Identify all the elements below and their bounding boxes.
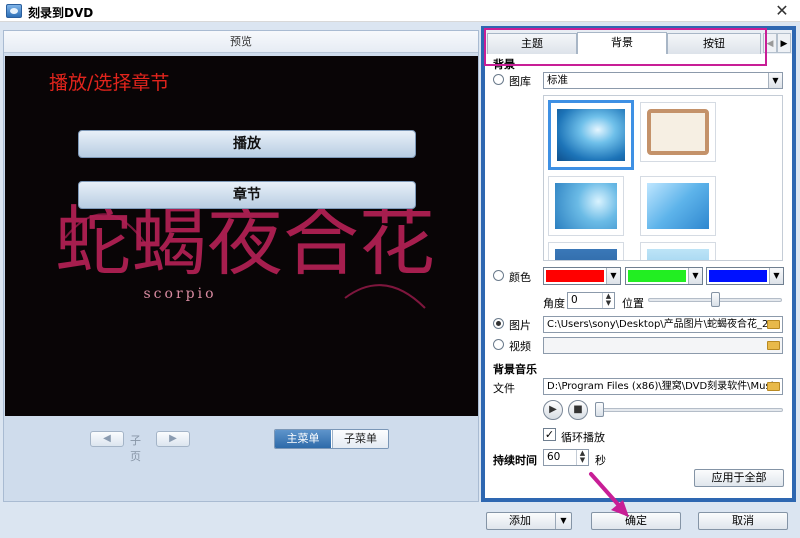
background-title-art: 蛇蝎夜合花 scorpio xyxy=(55,197,435,309)
gallery-thumb-2[interactable] xyxy=(640,102,716,162)
gallery-thumb-1[interactable] xyxy=(548,100,634,170)
duration-value: 60 xyxy=(547,451,561,463)
loop-label: 循环播放 xyxy=(561,431,605,444)
tab-highlight-annotation xyxy=(484,28,767,66)
duration-label: 持续时间 xyxy=(493,454,537,467)
play-icon[interactable]: ▶ xyxy=(543,400,563,420)
library-radio[interactable] xyxy=(493,74,504,85)
library-select[interactable]: 标准 ▼ xyxy=(543,72,783,89)
angle-value: 0 xyxy=(571,294,578,306)
preview-panel: 预览 蛇蝎夜合花 scorpio 播放/选择章节 播放 章节 ◀ 子页 ▶ 主菜… xyxy=(3,30,479,502)
chevron-down-icon[interactable]: ▼ xyxy=(555,513,571,529)
color-label: 颜色 xyxy=(509,271,531,284)
color-radio[interactable] xyxy=(493,270,504,281)
music-progress-slider[interactable] xyxy=(595,408,783,412)
picture-label: 图片 xyxy=(509,319,531,332)
apply-to-all-button[interactable]: 应用于全部 xyxy=(694,469,784,487)
music-path-field[interactable]: D:\Program Files (x86)\狸窝\DVD刻录软件\Musi xyxy=(543,378,783,395)
preview-header: 预览 xyxy=(4,31,478,53)
sub-menu-button[interactable]: 子菜单 xyxy=(332,430,388,448)
preview-screen: 蛇蝎夜合花 scorpio 播放/选择章节 播放 章节 xyxy=(5,56,478,416)
library-select-value: 标准 xyxy=(547,74,568,86)
music-progress-knob[interactable] xyxy=(595,402,604,417)
menu-switch: 主菜单 子菜单 xyxy=(274,429,389,449)
background-gallery: ▲ ▼ xyxy=(543,95,783,261)
arrow-pointer-icon xyxy=(589,472,629,517)
duration-stepper[interactable]: 60 ▲ ▼ xyxy=(543,449,589,466)
add-button-label: 添加 xyxy=(509,514,531,527)
color-picker-2[interactable]: ▼ xyxy=(625,267,703,285)
chevron-down-icon: ▼ xyxy=(768,73,782,88)
settings-panel: 主题 背景 按钮 ◀ ▶ 背景 图库 标准 ▼ 颜色 ▼ ▼ ▼ 角度 0 ▲ … xyxy=(481,26,796,502)
folder-icon[interactable] xyxy=(767,341,780,350)
prev-page-button[interactable]: ◀ xyxy=(90,431,124,447)
position-slider-knob[interactable] xyxy=(711,292,720,307)
picture-path-field[interactable]: C:\Users\sony\Desktop\产品图片\蛇蝎夜合花_2 xyxy=(543,316,783,333)
add-button[interactable]: 添加 ▼ xyxy=(486,512,572,530)
chapter-menu-button[interactable]: 章节 xyxy=(78,181,416,209)
title-bar: 刻录到DVD ✕ xyxy=(0,0,800,22)
video-path-field[interactable] xyxy=(543,337,783,354)
color-picker-3[interactable]: ▼ xyxy=(706,267,784,285)
screen-title: 播放/选择章节 xyxy=(49,72,170,94)
stop-icon[interactable]: ■ xyxy=(568,400,588,420)
main-frame: 预览 蛇蝎夜合花 scorpio 播放/选择章节 播放 章节 ◀ 子页 ▶ 主菜… xyxy=(0,22,800,538)
loop-checkbox[interactable]: ✓ xyxy=(543,428,556,441)
folder-icon[interactable] xyxy=(767,382,780,391)
angle-stepper[interactable]: 0 ▲ ▼ xyxy=(567,292,615,309)
video-label: 视频 xyxy=(509,340,531,353)
music-section-title: 背景音乐 xyxy=(493,363,537,376)
play-menu-button[interactable]: 播放 xyxy=(78,130,416,158)
window-title: 刻录到DVD xyxy=(28,6,94,20)
cancel-button[interactable]: 取消 xyxy=(698,512,788,530)
next-page-button[interactable]: ▶ xyxy=(156,431,190,447)
tab-scroll-right-icon[interactable]: ▶ xyxy=(777,33,791,53)
gallery-thumb-6[interactable] xyxy=(640,242,716,260)
folder-icon[interactable] xyxy=(767,320,780,329)
background-settings: 背景 图库 标准 ▼ 颜色 ▼ ▼ ▼ 角度 0 ▲ ▼ 位置 图片 C:\Us… xyxy=(485,54,792,498)
library-label: 图库 xyxy=(509,75,531,88)
position-label: 位置 xyxy=(622,297,644,310)
gallery-thumb-3[interactable] xyxy=(548,176,624,236)
music-path: D:\Program Files (x86)\狸窝\DVD刻录软件\Musi xyxy=(547,381,774,392)
file-label: 文件 xyxy=(493,382,515,395)
subpage-label: 子页 xyxy=(130,434,141,463)
background-art-subtext: scorpio xyxy=(143,286,216,302)
main-menu-button[interactable]: 主菜单 xyxy=(275,430,331,448)
picture-path: C:\Users\sony\Desktop\产品图片\蛇蝎夜合花_2 xyxy=(547,319,769,330)
close-icon[interactable]: ✕ xyxy=(772,1,792,21)
gallery-thumb-5[interactable] xyxy=(548,242,624,260)
angle-label: 角度 xyxy=(543,297,565,310)
picture-radio[interactable] xyxy=(493,318,504,329)
gallery-thumb-4[interactable] xyxy=(640,176,716,236)
color-picker-1[interactable]: ▼ xyxy=(543,267,621,285)
video-radio[interactable] xyxy=(493,339,504,350)
app-icon xyxy=(6,4,22,18)
duration-unit: 秒 xyxy=(595,454,606,467)
background-art-text: 蛇蝎夜合花 xyxy=(55,197,435,286)
